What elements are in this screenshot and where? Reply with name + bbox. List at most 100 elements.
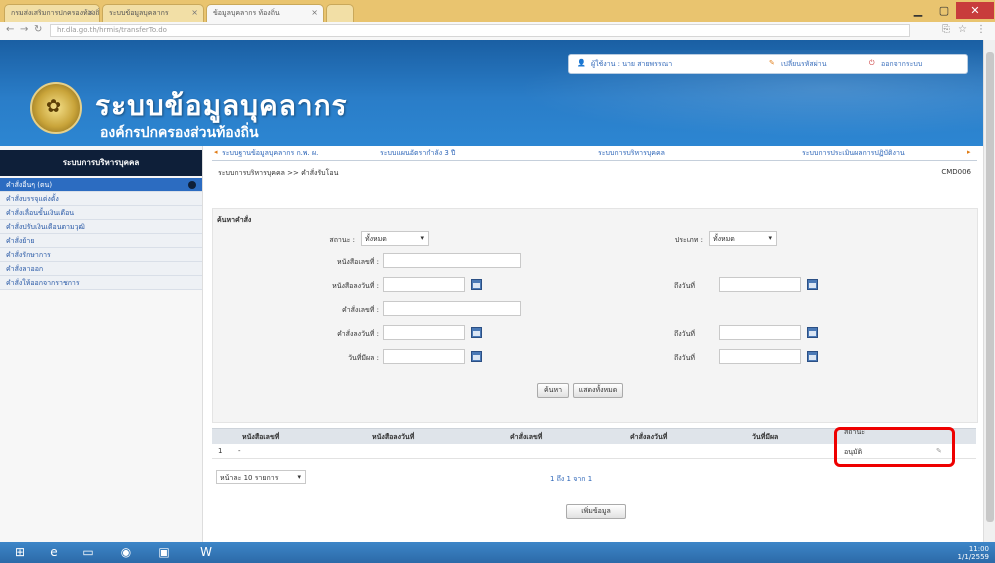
forward-icon[interactable]: →: [20, 24, 28, 35]
type-select[interactable]: ทั้งหมด ▾: [709, 231, 777, 246]
status-select-value: ทั้งหมด: [365, 235, 387, 243]
effective-to-date-input[interactable]: [719, 349, 801, 364]
windows-start-icon[interactable]: ⊞: [6, 543, 34, 562]
user-bar: 👤 ผู้ใช้งาน : นาย สายพรรณา ✎ เปลี่ยนรหัส…: [568, 54, 968, 74]
cmd-date-label: คำสั่งลงวันที่ :: [337, 330, 379, 338]
sidebar-item-appointment[interactable]: คำสั่งบรรจุแต่งตั้ง: [0, 192, 202, 206]
to-date-label: ถึงวันที่: [674, 354, 695, 362]
search-button[interactable]: ค้นหา: [537, 383, 569, 398]
clock-date[interactable]: 1/1/2559: [958, 553, 989, 561]
logout-link[interactable]: ออกจากระบบ: [881, 59, 922, 70]
translate-icon[interactable]: ⎘: [942, 24, 950, 35]
order-to-date-input[interactable]: [719, 277, 801, 292]
type-label: ประเภท :: [674, 236, 703, 244]
cmd-no-label: คำสั่งเลขที่ :: [342, 306, 379, 314]
sidebar-item-other-orders[interactable]: คำสั่งอื่นๆ (ตน): [0, 178, 202, 192]
nav-performance-eval[interactable]: ระบบการประเมินผลการปฏิบัติงาน: [802, 148, 905, 159]
order-date-label: หนังสือลงวันที่ :: [332, 282, 379, 290]
close-tab-icon[interactable]: ×: [311, 8, 318, 17]
status-highlight-box: [834, 427, 955, 467]
calendar-icon[interactable]: [471, 351, 482, 362]
nav-left-arrow-icon[interactable]: ◂: [214, 148, 218, 156]
sidebar-item-salary-adjust[interactable]: คำสั่งปรับเงินเดือนตามวุฒิ: [0, 220, 202, 234]
order-no-input[interactable]: [383, 253, 521, 268]
sidebar-item-acting[interactable]: คำสั่งรักษาการ: [0, 248, 202, 262]
order-date-input[interactable]: [383, 277, 465, 292]
image-viewer-icon[interactable]: ▣: [150, 543, 178, 562]
sidebar: ระบบการบริหารบุคคล คำสั่งอื่นๆ (ตน) คำสั…: [0, 146, 203, 542]
page-content: ✿ ระบบข้อมูลบุคลากร องค์กรปกครองส่วนท้อง…: [0, 40, 983, 542]
nav-hr-database[interactable]: ระบบฐานข้อมูลบุคลากร ก.พ. ผ.: [222, 148, 318, 159]
sidebar-title: ระบบการบริหารบุคคล: [0, 150, 202, 176]
minimize-icon[interactable]: ▁: [904, 2, 932, 19]
nav-right-arrow-icon[interactable]: ▸: [967, 148, 971, 156]
browser-tab-active[interactable]: ข้อมูลบุคลากร ท้องถิ่น ×: [206, 4, 324, 22]
col-cmd-no: คำสั่งเลขที่: [510, 433, 543, 441]
results-table: หนังสือเลขที่ หนังสือลงวันที่ คำสั่งเลขท…: [212, 427, 976, 540]
file-explorer-icon[interactable]: ▭: [74, 543, 102, 562]
to-date-label: ถึงวันที่: [674, 330, 695, 338]
add-data-button[interactable]: เพิ่มข้อมูล: [566, 504, 626, 519]
search-heading: ค้นหาคำสั่ง: [217, 216, 252, 224]
calendar-icon[interactable]: [807, 327, 818, 338]
system-tray: 11:00 1/1/2559: [958, 545, 989, 561]
sidebar-item-dismiss[interactable]: คำสั่งให้ออกจากราชการ: [0, 276, 202, 290]
sidebar-item-label: คำสั่งอื่นๆ (ตน): [6, 181, 53, 189]
sidebar-item-salary-raise[interactable]: คำสั่งเลื่อนขั้นเงินเดือน: [0, 206, 202, 220]
browser-tab[interactable]: ระบบข้อมูลบุคลากร ×: [102, 4, 204, 22]
sidebar-item-label: คำสั่งย้าย: [6, 237, 35, 245]
sidebar-item-transfer[interactable]: คำสั่งย้าย: [0, 234, 202, 248]
back-icon[interactable]: ←: [6, 24, 14, 35]
sidebar-item-label: คำสั่งเลื่อนขั้นเงินเดือน: [6, 209, 75, 217]
show-all-button[interactable]: แสดงทั้งหมด: [573, 383, 623, 398]
calendar-icon[interactable]: [471, 327, 482, 338]
window-close-icon[interactable]: ✕: [956, 2, 994, 19]
nav-personnel-admin[interactable]: ระบบการบริหารบุคคล: [598, 148, 665, 159]
status-select[interactable]: ทั้งหมด ▾: [361, 231, 429, 246]
col-order-date: หนังสือลงวันที่: [372, 433, 415, 441]
reload-icon[interactable]: ↻: [34, 24, 42, 35]
calendar-icon[interactable]: [807, 351, 818, 362]
cmd-to-date-input[interactable]: [719, 325, 801, 340]
per-page-select[interactable]: หน้าละ 10 รายการ ▾: [216, 470, 306, 484]
address-bar-row: ← → ↻ hr.dla.go.th/hrmis/transferTo.do ⎘…: [0, 22, 995, 41]
chevron-down-icon: ▾: [768, 234, 772, 242]
status-label: สถานะ :: [329, 236, 355, 244]
sidebar-item-resign[interactable]: คำสั่งลาออก: [0, 262, 202, 276]
cmd-no-input[interactable]: [383, 301, 521, 316]
calendar-icon[interactable]: [471, 279, 482, 290]
clock-time[interactable]: 11:00: [958, 545, 989, 553]
close-tab-icon[interactable]: ×: [87, 8, 94, 17]
scrollbar-thumb[interactable]: [986, 52, 994, 522]
calendar-icon[interactable]: [807, 279, 818, 290]
change-password-link[interactable]: เปลี่ยนรหัสผ่าน: [781, 59, 826, 70]
word-icon[interactable]: W: [192, 543, 220, 562]
type-select-value: ทั้งหมด: [713, 235, 735, 243]
sidebar-item-label: คำสั่งลาออก: [6, 265, 44, 273]
new-tab-button[interactable]: [326, 4, 354, 22]
effective-date-input[interactable]: [383, 349, 465, 364]
taskbar: ⊞ e ▭ ◉ ▣ W 11:00 1/1/2559: [0, 542, 995, 563]
dla-logo: ✿: [30, 82, 82, 134]
per-page-value: หน้าละ 10 รายการ: [220, 474, 279, 482]
effective-date-label: วันที่มีผล :: [348, 354, 379, 362]
ie-icon[interactable]: e: [40, 543, 68, 562]
module-nav: ◂ ระบบฐานข้อมูลบุคลากร ก.พ. ผ. ระบบแผนอั…: [212, 146, 977, 161]
close-tab-icon[interactable]: ×: [191, 8, 198, 17]
browser-tab[interactable]: กรมส่งเสริมการปกครองท้องถิ่น ×: [4, 4, 100, 22]
collapse-icon[interactable]: [188, 181, 196, 189]
chrome-icon[interactable]: ◉: [112, 543, 140, 562]
menu-icon[interactable]: ⋮: [976, 24, 986, 35]
url-input[interactable]: hr.dla.go.th/hrmis/transferTo.do: [50, 24, 910, 37]
emblem-icon: ✿: [46, 96, 62, 117]
pagination[interactable]: 1 ถึง 1 จาก 1: [550, 474, 592, 485]
nav-manpower-plan[interactable]: ระบบแผนอัตรากำลัง 3 ปี: [380, 148, 455, 159]
page-scrollbar[interactable]: [983, 40, 995, 542]
cmd-date-input[interactable]: [383, 325, 465, 340]
bookmark-star-icon[interactable]: ☆: [958, 24, 967, 35]
maximize-icon[interactable]: ▢: [930, 2, 958, 19]
sidebar-item-label: คำสั่งรักษาการ: [6, 251, 51, 259]
chevron-down-icon: ▾: [297, 473, 301, 481]
browser-tab-label: ระบบข้อมูลบุคลากร: [109, 9, 169, 17]
power-icon: ⏻: [869, 59, 875, 67]
